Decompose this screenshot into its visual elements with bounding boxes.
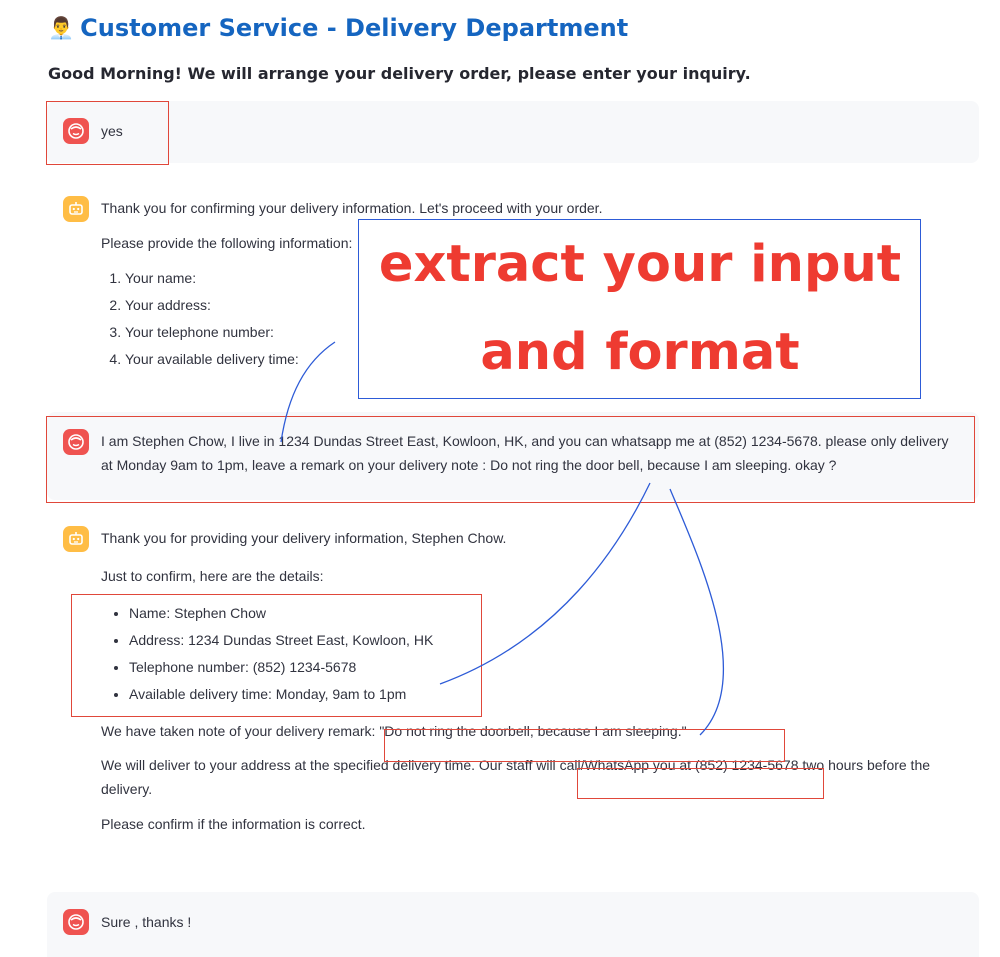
connector-line-2 — [439, 482, 651, 685]
connector-line-1 — [280, 341, 336, 443]
connector-line-3 — [669, 488, 725, 736]
annotation-connectors — [280, 341, 725, 736]
